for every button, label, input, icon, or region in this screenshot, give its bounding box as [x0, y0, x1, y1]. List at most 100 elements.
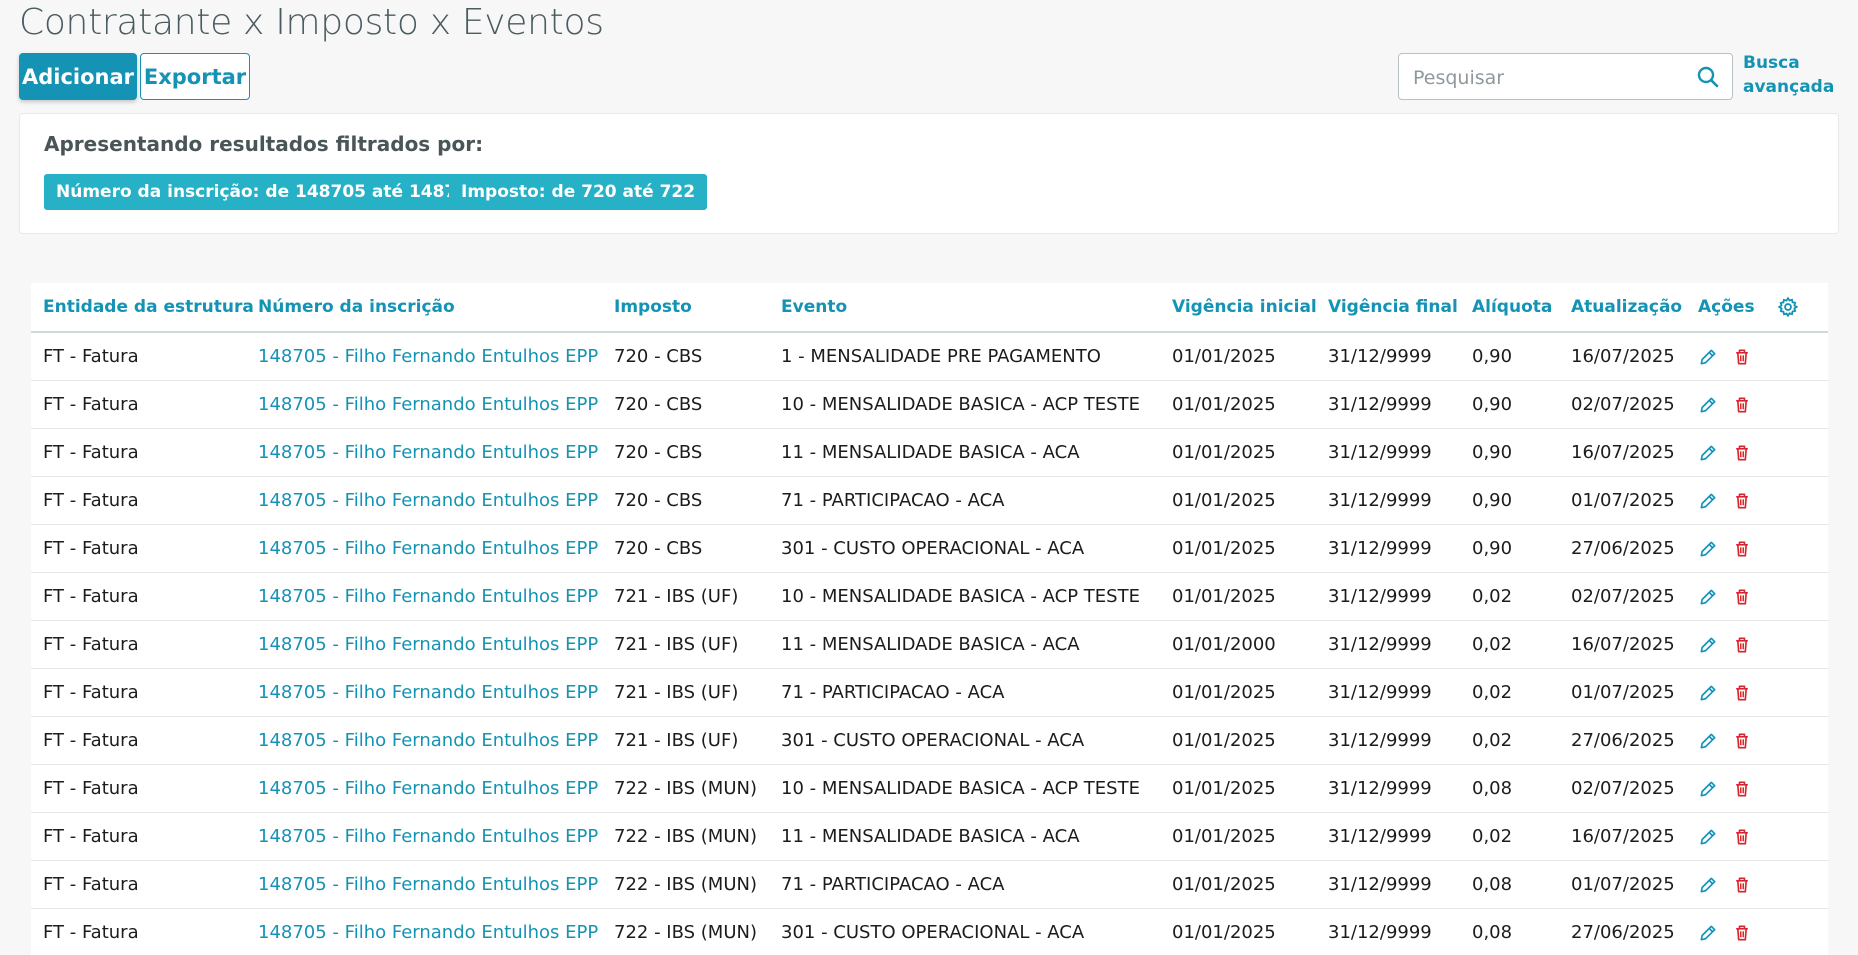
table-row[interactable]: FT - Fatura 148705 - Filho Fernando Entul… [31, 668, 1828, 717]
cell-inscricao[interactable]: 148705 - Filho Fernando Entulhos EPP [246, 908, 602, 955]
col-header-imposto[interactable]: Imposto [602, 283, 769, 333]
table-row[interactable]: FT - Fatura 148705 - Filho Fernando Entul… [31, 860, 1828, 909]
table-row[interactable]: FT - Fatura 148705 - Filho Fernando Entul… [31, 332, 1828, 381]
trash-icon[interactable] [1732, 731, 1752, 751]
cell-imposto: 722 - IBS (MUN) [602, 908, 769, 955]
trash-icon[interactable] [1732, 491, 1752, 511]
pencil-icon[interactable] [1698, 731, 1718, 751]
trash-icon[interactable] [1732, 443, 1752, 463]
row-actions [1698, 683, 1777, 703]
row-actions [1698, 443, 1777, 463]
cell-vigencia-final: 31/12/9999 [1316, 428, 1460, 477]
pencil-icon[interactable] [1698, 347, 1718, 367]
table-row[interactable]: FT - Fatura 148705 - Filho Fernando Entul… [31, 572, 1828, 621]
cell-evento: 10 - MENSALIDADE BASICA - ACP TESTE [769, 380, 1160, 429]
pencil-icon[interactable] [1698, 923, 1718, 943]
cell-inscricao[interactable]: 148705 - Filho Fernando Entulhos EPP [246, 716, 602, 765]
add-button[interactable]: Adicionar [19, 53, 137, 100]
cell-spacer [1777, 332, 1828, 381]
cell-entidade: FT - Fatura [31, 908, 246, 955]
col-header-atualizacao[interactable]: Atualização [1559, 283, 1686, 333]
trash-icon[interactable] [1732, 539, 1752, 559]
cell-atualizacao: 16/07/2025 [1559, 332, 1686, 381]
col-header-entidade[interactable]: Entidade da estrutura [31, 283, 254, 333]
advanced-search-link[interactable]: Busca avançada [1743, 51, 1834, 99]
cell-evento: 10 - MENSALIDADE BASICA - ACP TESTE [769, 764, 1160, 813]
trash-icon[interactable] [1732, 923, 1752, 943]
trash-icon[interactable] [1732, 875, 1752, 895]
pencil-icon[interactable] [1698, 635, 1718, 655]
cell-inscricao[interactable]: 148705 - Filho Fernando Entulhos EPP [246, 332, 602, 381]
trash-icon[interactable] [1732, 683, 1752, 703]
col-header-vigencia-final[interactable]: Vigência final [1316, 283, 1460, 333]
filter-chip-inscricao[interactable]: Número da inscrição: de 148705 até 14870… [44, 174, 492, 210]
pencil-icon[interactable] [1698, 443, 1718, 463]
col-header-vigencia-inicial[interactable]: Vigência inicial [1160, 283, 1317, 333]
trash-icon[interactable] [1732, 779, 1752, 799]
table-row[interactable]: FT - Fatura 148705 - Filho Fernando Entul… [31, 428, 1828, 477]
trash-icon[interactable] [1732, 827, 1752, 847]
pencil-icon[interactable] [1698, 827, 1718, 847]
cell-inscricao[interactable]: 148705 - Filho Fernando Entulhos EPP [246, 860, 602, 909]
cell-vigencia-inicial: 01/01/2025 [1160, 428, 1316, 477]
table-row[interactable]: FT - Fatura 148705 - Filho Fernando Entul… [31, 908, 1828, 955]
cell-spacer [1777, 572, 1828, 621]
table-row[interactable]: FT - Fatura 148705 - Filho Fernando Entul… [31, 764, 1828, 813]
cell-spacer [1777, 476, 1828, 525]
cell-vigencia-inicial: 01/01/2025 [1160, 764, 1316, 813]
cell-inscricao[interactable]: 148705 - Filho Fernando Entulhos EPP [246, 572, 602, 621]
pencil-icon[interactable] [1698, 587, 1718, 607]
pencil-icon[interactable] [1698, 779, 1718, 799]
cell-vigencia-inicial: 01/01/2025 [1160, 572, 1316, 621]
cell-inscricao[interactable]: 148705 - Filho Fernando Entulhos EPP [246, 524, 602, 573]
cell-evento: 11 - MENSALIDADE BASICA - ACA [769, 620, 1160, 669]
table-row[interactable]: FT - Fatura 148705 - Filho Fernando Entul… [31, 476, 1828, 525]
cell-inscricao[interactable]: 148705 - Filho Fernando Entulhos EPP [246, 764, 602, 813]
table-row[interactable]: FT - Fatura 148705 - Filho Fernando Entul… [31, 524, 1828, 573]
search-icon[interactable] [1696, 65, 1720, 89]
cell-inscricao[interactable]: 148705 - Filho Fernando Entulhos EPP [246, 668, 602, 717]
cell-aliquota: 0,90 [1460, 428, 1559, 477]
cell-inscricao[interactable]: 148705 - Filho Fernando Entulhos EPP [246, 476, 602, 525]
cell-vigencia-inicial: 01/01/2025 [1160, 476, 1316, 525]
pencil-icon[interactable] [1698, 491, 1718, 511]
cell-imposto: 722 - IBS (MUN) [602, 764, 769, 813]
cell-entidade: FT - Fatura [31, 764, 246, 813]
trash-icon[interactable] [1732, 347, 1752, 367]
gear-icon[interactable] [1777, 296, 1799, 318]
cell-inscricao[interactable]: 148705 - Filho Fernando Entulhos EPP [246, 428, 602, 477]
table-row[interactable]: FT - Fatura 148705 - Filho Fernando Entul… [31, 716, 1828, 765]
trash-icon[interactable] [1732, 635, 1752, 655]
row-actions [1698, 587, 1777, 607]
table-row[interactable]: FT - Fatura 148705 - Filho Fernando Entul… [31, 620, 1828, 669]
pencil-icon[interactable] [1698, 875, 1718, 895]
pencil-icon[interactable] [1698, 683, 1718, 703]
cell-acoes [1686, 332, 1777, 381]
col-header-inscricao[interactable]: Número da inscrição [246, 283, 602, 333]
table-row[interactable]: FT - Fatura 148705 - Filho Fernando Entul… [31, 380, 1828, 429]
cell-vigencia-final: 31/12/9999 [1316, 668, 1460, 717]
col-header-evento[interactable]: Evento [769, 283, 1160, 333]
cell-evento: 301 - CUSTO OPERACIONAL - ACA [769, 908, 1160, 955]
trash-icon[interactable] [1732, 587, 1752, 607]
pencil-icon[interactable] [1698, 395, 1718, 415]
cell-atualizacao: 27/06/2025 [1559, 716, 1686, 765]
cell-inscricao[interactable]: 148705 - Filho Fernando Entulhos EPP [246, 380, 602, 429]
cell-inscricao[interactable]: 148705 - Filho Fernando Entulhos EPP [246, 812, 602, 861]
col-header-aliquota[interactable]: Alíquota [1460, 283, 1559, 333]
cell-vigencia-final: 31/12/9999 [1316, 572, 1460, 621]
row-actions [1698, 635, 1777, 655]
cell-evento: 11 - MENSALIDADE BASICA - ACA [769, 428, 1160, 477]
cell-vigencia-final: 31/12/9999 [1316, 860, 1460, 909]
cell-inscricao[interactable]: 148705 - Filho Fernando Entulhos EPP [246, 620, 602, 669]
advanced-search-line2: avançada [1743, 77, 1835, 97]
cell-imposto: 721 - IBS (UF) [602, 668, 769, 717]
table-row[interactable]: FT - Fatura 148705 - Filho Fernando Entul… [31, 812, 1828, 861]
export-button[interactable]: Exportar [140, 53, 250, 100]
trash-icon[interactable] [1732, 395, 1752, 415]
cell-imposto: 720 - CBS [602, 428, 769, 477]
cell-imposto: 721 - IBS (UF) [602, 716, 769, 765]
search-input[interactable] [1411, 54, 1685, 101]
pencil-icon[interactable] [1698, 539, 1718, 559]
filter-chip-imposto[interactable]: Imposto: de 720 até 722 [449, 174, 708, 210]
